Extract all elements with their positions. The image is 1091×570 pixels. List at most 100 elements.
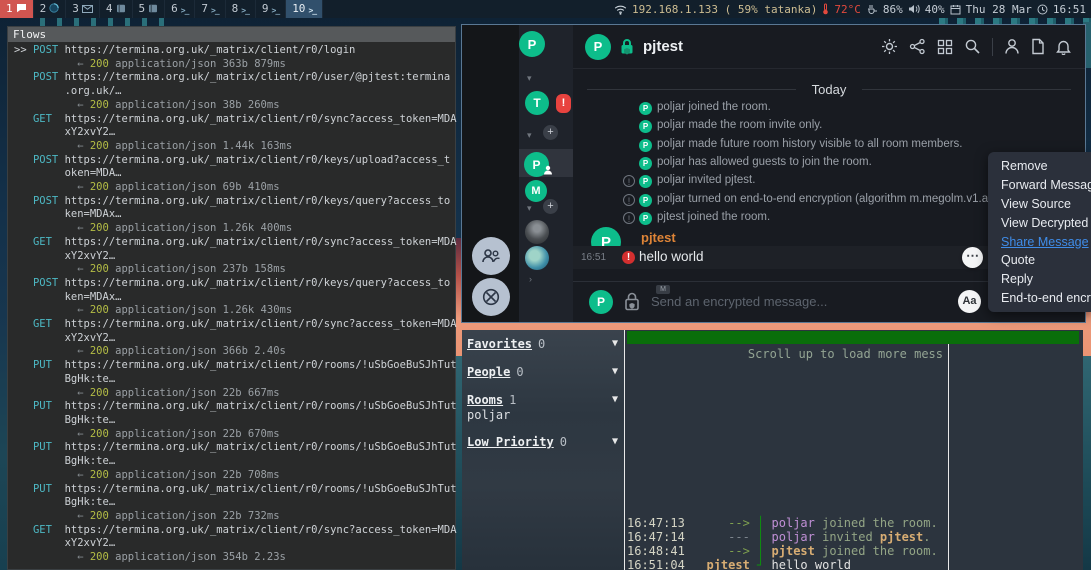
flow-row[interactable]: GET https://termina.org.uk/_matrix/clien… <box>14 524 455 565</box>
share-icon[interactable] <box>909 38 926 55</box>
files-icon[interactable] <box>1031 38 1045 55</box>
tower-room-avatar[interactable] <box>525 220 549 244</box>
room-section-favorites[interactable]: Favorites0▼ <box>467 337 620 351</box>
workspace-number: 2 <box>40 0 47 18</box>
menu-item-share-message[interactable]: Share Message <box>988 232 1091 251</box>
flow-row[interactable]: GET https://termina.org.uk/_matrix/clien… <box>14 236 455 277</box>
room-avatar-t[interactable]: T <box>525 91 549 115</box>
divider-line <box>587 89 796 90</box>
room-section-people[interactable]: People0▼ <box>467 365 620 379</box>
event-text: poljar joined the room. <box>657 101 771 113</box>
settings-gear-icon[interactable] <box>881 38 898 55</box>
unencrypted-warning-icon: ! <box>622 251 635 264</box>
room-avatar-m[interactable]: M <box>525 180 547 202</box>
chat-icon <box>16 3 27 16</box>
section-count: 1 <box>509 393 516 407</box>
workspace-button-1[interactable]: 1 <box>0 0 34 18</box>
menu-item-reply[interactable]: Reply <box>988 270 1091 289</box>
room-section-low-priority[interactable]: Low Priority0▼ <box>467 435 620 449</box>
collapse-section-icon[interactable]: ▾ <box>527 203 532 214</box>
people-filter-button[interactable] <box>472 237 510 275</box>
notifications-bell-icon[interactable] <box>1056 38 1071 55</box>
collapse-section-icon[interactable]: ▾ <box>527 73 532 84</box>
timeline-event: Ppoljar made the room invite only. <box>573 119 1085 137</box>
workspace-button-4[interactable]: 4 <box>100 0 133 18</box>
room-section-rooms[interactable]: Rooms1▼ <box>467 393 620 407</box>
explore-communities-button[interactable] <box>472 278 510 316</box>
date-divider: Today <box>587 82 1071 97</box>
search-icon[interactable] <box>964 38 981 55</box>
message-sender-name[interactable]: pjtest <box>641 230 676 245</box>
flow-row[interactable]: PUT https://termina.org.uk/_matrix/clien… <box>14 441 455 482</box>
workspace-button-5[interactable]: 5 <box>133 0 166 18</box>
log-line: 16:47:13 --> │ poljar joined the room. <box>627 516 938 530</box>
collapse-section-icon[interactable]: ▾ <box>527 130 532 141</box>
date-divider-label: Today <box>812 82 847 97</box>
workspace-button-9[interactable]: 9>_ <box>256 0 286 18</box>
community-tag-panel <box>462 25 519 322</box>
collapse-triangle-icon[interactable]: ▼ <box>612 436 618 447</box>
menu-item-end-to-end-encry[interactable]: End-to-end encry <box>988 288 1091 307</box>
log-line: 16:48:41 --> │ pjtest joined the room. <box>627 544 938 558</box>
expand-panel-icon[interactable]: › <box>529 274 532 284</box>
room-list-item[interactable]: poljar <box>467 408 510 422</box>
menu-item-view-decrypted-s[interactable]: View Decrypted S <box>988 213 1091 232</box>
clock-value: 16:51 <box>1053 3 1086 16</box>
composer-input[interactable]: Send an encrypted message... <box>651 294 827 309</box>
workspace-number: 5 <box>139 0 146 18</box>
volume-icon <box>908 4 920 14</box>
workspace-button-3[interactable]: 3 <box>66 0 100 18</box>
add-room-button[interactable]: + <box>543 199 558 214</box>
workspace-button-6[interactable]: 6>_ <box>165 0 195 18</box>
user-avatar[interactable]: P <box>519 31 545 57</box>
members-icon[interactable] <box>1004 38 1020 55</box>
room-header-avatar[interactable]: P <box>585 34 611 60</box>
collapse-triangle-icon[interactable]: ▼ <box>612 338 618 349</box>
flow-row[interactable]: GET https://termina.org.uk/_matrix/clien… <box>14 318 455 359</box>
text-format-button[interactable]: Aa <box>958 290 981 313</box>
event-info-icon: ! <box>623 212 635 224</box>
flows-pane-title: Flows <box>8 27 455 42</box>
flow-row[interactable]: POST https://termina.org.uk/_matrix/clie… <box>14 71 455 112</box>
workspace-button-7[interactable]: 7>_ <box>195 0 225 18</box>
flow-row[interactable]: PUT https://termina.org.uk/_matrix/clien… <box>14 359 455 400</box>
terminal-icon: >_ <box>272 3 280 16</box>
wallpaper-trees <box>28 18 168 26</box>
message-context-menu: RemoveForward MessageView SourceView Dec… <box>988 152 1091 312</box>
terminal-icon: >_ <box>308 3 316 16</box>
flow-row[interactable]: POST https://termina.org.uk/_matrix/clie… <box>14 277 455 318</box>
menu-item-remove[interactable]: Remove <box>988 157 1091 176</box>
flow-row[interactable]: PUT https://termina.org.uk/_matrix/clien… <box>14 400 455 441</box>
menu-item-view-source[interactable]: View Source <box>988 195 1091 214</box>
flow-row[interactable]: GET https://termina.org.uk/_matrix/clien… <box>14 113 455 154</box>
menu-item-quote[interactable]: Quote <box>988 251 1091 270</box>
markdown-indicator[interactable]: M <box>656 285 670 294</box>
add-room-button[interactable]: + <box>543 125 558 140</box>
collapse-triangle-icon[interactable]: ▼ <box>612 366 618 377</box>
room-list-sidebar: Favorites0▼People0▼Rooms1▼poljarLow Prio… <box>462 330 624 570</box>
timeline-event: Ppoljar joined the room. <box>573 101 1085 119</box>
room-header-actions <box>881 38 1085 56</box>
message-options-button[interactable]: ⋯ <box>962 247 983 268</box>
menu-item-forward-message[interactable]: Forward Message <box>988 176 1091 195</box>
event-mini-avatar: P <box>639 139 652 152</box>
globe-room-avatar[interactable] <box>525 246 549 270</box>
flow-row[interactable]: POST https://termina.org.uk/_matrix/clie… <box>14 195 455 236</box>
event-mini-avatar: P <box>639 102 652 115</box>
apps-grid-icon[interactable] <box>937 39 953 55</box>
workspace-button-2[interactable]: 2 <box>34 0 67 18</box>
flow-row[interactable]: PUT https://termina.org.uk/_matrix/clien… <box>14 483 455 524</box>
collapse-triangle-icon[interactable]: ▼ <box>612 394 618 405</box>
event-mini-avatar: P <box>639 157 652 170</box>
section-count: 0 <box>560 435 567 449</box>
composer-avatar: P <box>589 290 613 314</box>
flow-row[interactable]: POST https://termina.org.uk/_matrix/clie… <box>14 154 455 195</box>
workspace-list: 12 345 6>_7>_8>_9>_10>_ <box>0 0 323 18</box>
timeline-divider <box>948 344 949 570</box>
scrollback-notice: Scroll up to load more mess <box>625 347 943 361</box>
section-label: Favorites <box>467 337 532 351</box>
workspace-button-8[interactable]: 8>_ <box>226 0 256 18</box>
workspace-button-10[interactable]: 10>_ <box>286 0 323 18</box>
flow-row[interactable]: >> POST https://termina.org.uk/_matrix/c… <box>14 44 455 71</box>
desktop: 123456>_7>_8>_9>_10>_ 192.168.1.133 ( 59… <box>0 0 1091 570</box>
